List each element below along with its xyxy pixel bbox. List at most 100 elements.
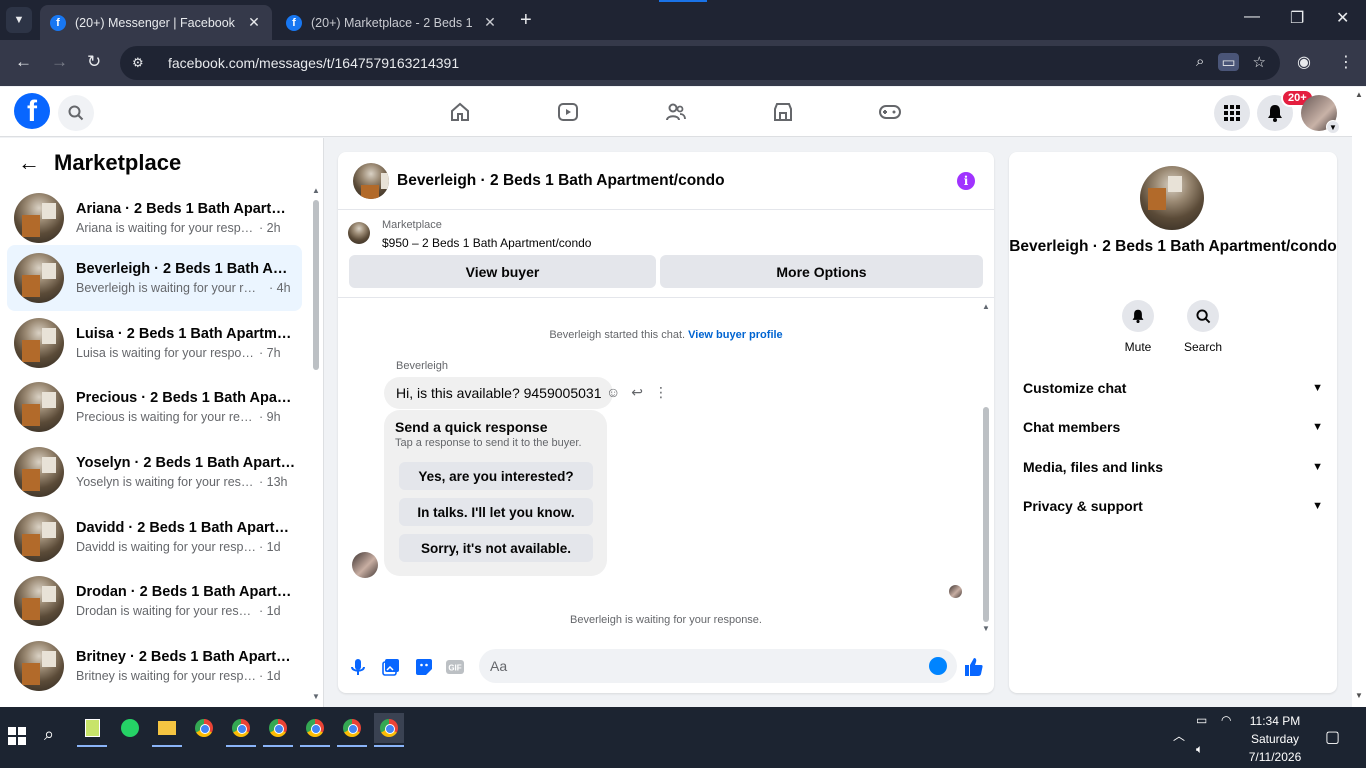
minimize-button[interactable]: — <box>1244 8 1260 26</box>
customize-chat-row[interactable]: Customize chat ▼ <box>1023 376 1323 400</box>
view-buyer-button[interactable]: View buyer <box>349 255 656 288</box>
quick-response-option[interactable]: Sorry, it's not available. <box>399 534 593 562</box>
conversation-preview: Davidd is waiting for your response. <box>76 540 256 554</box>
conversation-item[interactable]: Britney · 2 Beds 1 Bath Apartment/condo … <box>7 634 302 698</box>
marketplace-nav-icon[interactable] <box>770 99 796 125</box>
quick-response-option[interactable]: Yes, are you interested? <box>399 462 593 490</box>
show-hidden-icons[interactable]: ︿ <box>1173 727 1185 744</box>
volume-icon[interactable]: 🔈︎ <box>1196 742 1203 757</box>
scroll-up-arrow-icon[interactable]: ▲ <box>312 186 320 195</box>
sticker-icon[interactable] <box>414 657 434 677</box>
gaming-nav-icon[interactable] <box>877 99 903 125</box>
file-explorer-icon[interactable] <box>152 713 182 747</box>
conversation-item[interactable]: Drodan · 2 Beds 1 Bath Apartment/condo D… <box>7 569 302 633</box>
mute-button[interactable]: Mute <box>1108 300 1168 354</box>
scrollbar-thumb[interactable] <box>983 407 989 622</box>
tab-search-button[interactable]: ▼ <box>6 7 32 33</box>
scroll-up-arrow-icon[interactable]: ▲ <box>1355 90 1363 99</box>
scroll-down-arrow-icon[interactable]: ▼ <box>982 624 990 633</box>
whatsapp-app-icon[interactable] <box>115 713 145 743</box>
facebook-search-button[interactable] <box>58 95 94 131</box>
gif-icon[interactable]: GIF <box>445 657 465 677</box>
media-files-row[interactable]: Media, files and links ▼ <box>1023 455 1323 479</box>
browser-menu-icon[interactable]: ⋮ <box>1338 52 1354 72</box>
chrome-app-icon[interactable] <box>226 713 256 747</box>
forward-button[interactable]: → <box>51 52 68 72</box>
profile-icon[interactable]: ◉ <box>1297 52 1311 72</box>
battery-icon[interactable]: ▭ <box>1196 713 1207 727</box>
close-window-button[interactable]: ✕ <box>1336 8 1349 28</box>
notepad-app-icon[interactable] <box>77 713 107 747</box>
sidebar-scrollbar[interactable]: ▲ ▼ <box>312 186 320 706</box>
page-scrollbar[interactable]: ▲ ▼ <box>1352 87 1366 707</box>
chevron-down-icon: ▼ <box>1326 120 1340 134</box>
react-icon[interactable]: ☺ <box>606 384 620 401</box>
conversation-item[interactable]: Davidd · 2 Beds 1 Bath Apartment/condo D… <box>7 505 302 569</box>
menu-grid-button[interactable] <box>1214 95 1250 131</box>
scroll-down-arrow-icon[interactable]: ▼ <box>312 692 320 701</box>
address-bar[interactable]: ⚙ facebook.com/messages/t/16475791632143… <box>120 46 1280 80</box>
account-avatar[interactable]: ▼ <box>1301 95 1340 134</box>
listing-title[interactable]: $950 – 2 Beds 1 Bath Apartment/condo <box>382 236 591 250</box>
search-in-chat-button[interactable]: Search <box>1173 300 1233 354</box>
system-clock[interactable]: 11:34 PM Saturday 7/11/2026 <box>1232 712 1318 766</box>
chrome-app-icon-active[interactable] <box>374 713 404 747</box>
more-options-button[interactable]: More Options <box>660 255 983 288</box>
conversation-item[interactable]: Ariana · 2 Beds 1 Bath Apartment/condo A… <box>7 186 302 250</box>
close-tab-icon[interactable]: ✕ <box>482 14 498 31</box>
conversation-item[interactable]: Precious · 2 Beds 1 Bath Apartment/condo… <box>7 375 302 439</box>
chrome-app-icon[interactable] <box>337 713 367 747</box>
reload-button[interactable]: ↻ <box>87 52 101 72</box>
chrome-app-icon[interactable] <box>263 713 293 747</box>
wifi-icon[interactable]: ◠ <box>1221 713 1231 727</box>
conversation-item-selected[interactable]: Beverleigh · 2 Beds 1 Bath Apartment/con… <box>7 245 302 311</box>
view-buyer-profile-link[interactable]: View buyer profile <box>688 329 783 341</box>
maximize-button[interactable]: ❐ <box>1290 8 1304 28</box>
emoji-icon[interactable] <box>929 657 947 675</box>
message-bubble[interactable]: Hi, is this available? 9459005031 <box>384 377 614 409</box>
windows-start-icon[interactable] <box>8 727 26 745</box>
new-tab-button[interactable]: + <box>520 9 532 32</box>
friends-nav-icon[interactable] <box>663 99 689 125</box>
scrollbar-thumb[interactable] <box>313 200 319 370</box>
thumbs-up-icon[interactable] <box>964 657 984 677</box>
video-nav-icon[interactable] <box>555 99 581 125</box>
zoom-icon[interactable]: ⌕ <box>1196 53 1204 71</box>
back-arrow-icon[interactable]: ← <box>18 150 40 176</box>
conversation-item[interactable]: Luisa · 2 Beds 1 Bath Apartment/condo Lu… <box>7 311 302 375</box>
conversation-preview: Drodan is waiting for your response. <box>76 604 256 618</box>
url-text[interactable]: facebook.com/messages/t/1647579163214391 <box>168 55 459 71</box>
chat-scrollbar[interactable]: ▲ ▼ <box>981 302 991 633</box>
taskbar-search-icon[interactable]: ⌕ <box>44 724 54 745</box>
chat-members-row[interactable]: Chat members ▼ <box>1023 415 1323 439</box>
bookmark-star-icon[interactable]: ☆ <box>1253 53 1266 71</box>
chrome-app-icon[interactable] <box>189 713 219 743</box>
home-nav-icon[interactable] <box>447 99 473 125</box>
info-icon[interactable]: i <box>957 172 975 190</box>
tab-marketplace[interactable]: f (20+) Marketplace - 2 Beds 1 Ba ✕ <box>276 5 508 40</box>
microphone-icon[interactable] <box>348 657 368 677</box>
more-icon[interactable]: ⋮ <box>654 384 668 401</box>
sender-avatar[interactable] <box>352 552 378 578</box>
close-tab-icon[interactable]: ✕ <box>246 14 262 31</box>
chrome-app-icon[interactable] <box>300 713 330 747</box>
scroll-down-arrow-icon[interactable]: ▼ <box>1355 691 1363 700</box>
privacy-support-row[interactable]: Privacy & support ▼ <box>1023 494 1323 518</box>
scroll-up-arrow-icon[interactable]: ▲ <box>982 302 990 311</box>
facebook-logo-icon[interactable]: f <box>14 93 50 129</box>
message-input[interactable]: Aa <box>479 649 957 683</box>
tab-messenger[interactable]: f (20+) Messenger | Facebook ✕ <box>40 5 272 40</box>
listing-strip: Marketplace $950 – 2 Beds 1 Bath Apartme… <box>338 210 994 298</box>
listing-thumbnail[interactable] <box>353 162 389 199</box>
conversation-item[interactable]: Yoselyn · 2 Beds 1 Bath Apartment/condo … <box>7 440 302 504</box>
back-button[interactable]: ← <box>15 52 32 72</box>
install-app-icon[interactable]: ▭ <box>1218 53 1239 71</box>
quick-response-option[interactable]: In talks. I'll let you know. <box>399 498 593 526</box>
site-info-icon[interactable]: ⚙ <box>132 55 152 71</box>
reply-icon[interactable]: ↩ <box>631 384 643 401</box>
chat-panel: Beverleigh · 2 Beds 1 Bath Apartment/con… <box>338 152 994 693</box>
chat-title[interactable]: Beverleigh · 2 Beds 1 Bath Apartment/con… <box>397 172 725 190</box>
notification-center-icon[interactable]: ▢ <box>1325 727 1340 747</box>
sidebar-title: Marketplace <box>54 150 182 175</box>
photo-icon[interactable] <box>381 657 401 677</box>
